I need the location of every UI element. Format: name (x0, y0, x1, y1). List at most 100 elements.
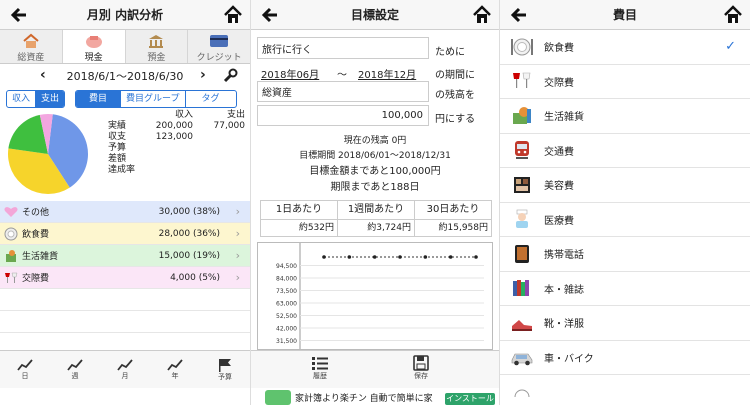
stats-row: 達成率 (108, 165, 136, 175)
ad-install-button[interactable]: インストール (445, 393, 495, 405)
monthly-analysis-screen: 月別 内訳分析 総資産 現金 預金 クレジット ‹ 2018/6/1〜2018/… (0, 0, 250, 405)
expense-item[interactable]: 生活雑貨 (500, 99, 750, 134)
category-name: その他 (22, 208, 50, 218)
category-name: 交際費 (22, 274, 50, 284)
y-tick-label: 84,000 (276, 276, 297, 283)
wallet-icon (84, 33, 104, 49)
heart-icon (0, 206, 22, 218)
chevron-right-icon: › (235, 227, 240, 240)
current-balance: 現在の残高 0円 (343, 136, 407, 146)
goal-period: 目標期間 2018/06/01〜2018/12/31 (299, 151, 451, 161)
expense-pie-chart (8, 114, 88, 194)
category-row[interactable]: 生活雑貨 15,000 (19%) › (0, 245, 250, 267)
goal-point (423, 255, 428, 259)
view-tabs: 費目 費目グループ タグ (75, 90, 237, 108)
train-icon (500, 139, 544, 161)
view-tab-tag[interactable]: タグ (186, 91, 236, 107)
tab-history[interactable]: 履歴 (311, 355, 329, 381)
expense-item[interactable]: 交際費 (500, 65, 750, 99)
expense-label: 車・バイク (544, 353, 594, 365)
house-icon (22, 33, 40, 49)
tab-month[interactable]: 月 (100, 351, 150, 388)
remaining-amount: 目標金額まであと100,000円 (309, 166, 441, 177)
tab-year[interactable]: 年 (150, 351, 200, 388)
category-name: 生活雑貨 (22, 252, 59, 262)
makeup-palette-icon (500, 174, 544, 196)
end-month-picker[interactable]: 2018年12月 (358, 66, 416, 81)
account-tab-deposit[interactable]: 預金 (126, 30, 189, 63)
account-field[interactable]: 総資産 (257, 81, 429, 102)
stats-row: 予算 (108, 143, 127, 153)
balance-label: の残高を (435, 90, 475, 101)
home-icon[interactable] (222, 4, 244, 26)
for-label: ために (435, 47, 465, 58)
amount-field[interactable]: 100,000 (257, 105, 429, 126)
expense-item[interactable]: 交通費 (500, 134, 750, 168)
y-tick-label: 52,500 (276, 313, 297, 320)
nurse-icon (500, 208, 544, 230)
home-icon[interactable] (471, 4, 493, 26)
savings-chart: 94,500 84,000 73,500 63,000 52,500 42,000 31,5… (257, 242, 493, 350)
expense-label: 医療費 (544, 215, 574, 227)
goal-name-field[interactable]: 旅行に行く (257, 37, 429, 59)
expense-toggle[interactable]: 支出 (36, 91, 65, 107)
chevron-right-icon: › (235, 249, 240, 262)
partial-expense-item (500, 375, 750, 405)
tab-day[interactable]: 日 (0, 351, 50, 388)
goal-point (474, 255, 478, 259)
expense-item[interactable]: 飲食費 ✓ (500, 30, 750, 65)
page-title: 費目 (612, 8, 637, 22)
expense-label: 交通費 (544, 146, 574, 158)
back-arrow-icon[interactable] (508, 4, 530, 26)
per-30days-value: 約15,958円 (415, 219, 491, 236)
plate-icon (500, 36, 544, 58)
expense-item[interactable]: 携帯電話 (500, 237, 750, 272)
prev-month-arrow-icon[interactable]: ‹ (40, 67, 46, 83)
line-chart-icon (167, 358, 183, 371)
tab-week[interactable]: 週 (50, 351, 100, 388)
expense-item[interactable]: 医療費 (500, 203, 750, 237)
next-month-arrow-icon[interactable]: › (200, 67, 206, 83)
partial-icon (500, 387, 544, 398)
tab-budget[interactable]: 予算 (200, 351, 250, 388)
stats-row: 差額 (108, 154, 127, 164)
category-row[interactable]: 交際費 4,000 (5%) › (0, 267, 250, 289)
line-chart-icon (67, 358, 83, 371)
ad-banner[interactable]: 家計簿より楽チン 自動で簡単に家 インストール (251, 388, 499, 405)
account-tab-credit[interactable]: クレジット (188, 30, 250, 63)
flag-icon (217, 358, 233, 372)
filter-controls: 収入 支出 費目 費目グループ タグ (0, 88, 250, 110)
back-arrow-icon[interactable] (259, 4, 281, 26)
back-arrow-icon[interactable] (8, 4, 30, 26)
category-value: 4,000 (5%) (170, 272, 220, 283)
income-toggle[interactable]: 収入 (7, 91, 37, 107)
savings-line-chart: 94,500 84,000 73,500 63,000 52,500 42,000 31,5… (276, 243, 484, 349)
category-select-screen: 費目 飲食費 ✓ 交際費 生活雑貨 交通費 美容費 医療費 携帯電話 本・雑誌 … (500, 0, 750, 405)
account-tab-cash[interactable]: 現金 (62, 30, 126, 63)
account-tab-total[interactable]: 総資産 (0, 30, 63, 63)
chevron-right-icon: › (235, 205, 240, 218)
expense-item[interactable]: 美容費 (500, 168, 750, 203)
expense-label: 本・雑誌 (544, 284, 584, 296)
category-row[interactable]: その他 30,000 (38%) › (0, 201, 250, 223)
account-tab-label: 預金 (147, 53, 166, 63)
goal-point (448, 255, 453, 259)
account-tab-label: クレジット (196, 53, 242, 63)
tilde-label: 〜 (337, 70, 347, 81)
goal-point (322, 255, 326, 259)
expense-item[interactable]: 靴・洋服 (500, 306, 750, 341)
list-icon (311, 355, 329, 371)
start-month-picker[interactable]: 2018年06月 (261, 66, 319, 81)
stats-header-income: 収入 (174, 110, 193, 120)
category-row[interactable]: 飲食費 28,000 (36%) › (0, 223, 250, 245)
wrench-icon[interactable] (222, 68, 238, 84)
view-tab-category[interactable]: 費目 (76, 91, 122, 107)
home-icon[interactable] (722, 4, 744, 26)
tab-save[interactable]: 保存 (413, 355, 429, 381)
line-chart-icon (117, 358, 133, 371)
view-tab-category-group[interactable]: 費目グループ (121, 91, 186, 107)
expense-item[interactable]: 車・バイク (500, 341, 750, 375)
expense-label: 携帯電話 (544, 250, 584, 262)
expense-item[interactable]: 本・雑誌 (500, 272, 750, 306)
line-chart-icon (17, 358, 33, 371)
